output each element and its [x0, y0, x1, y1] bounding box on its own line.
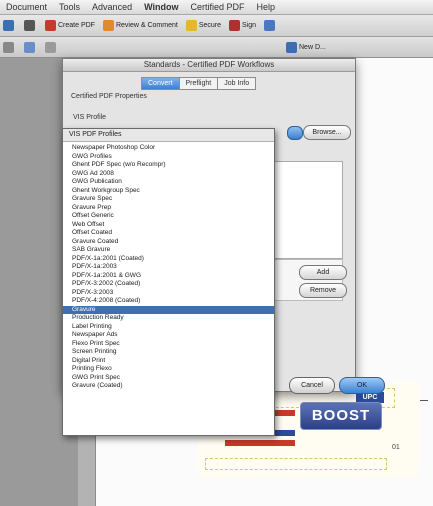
profile-dropdown-menu: VIS PDF Profiles Newspaper Photoshop Col…: [62, 128, 275, 436]
toolbar-main: Create PDF Review & Comment Secure Sign: [0, 15, 433, 37]
add-button[interactable]: Add: [299, 265, 347, 280]
dropdown-item[interactable]: Gravure (Coated): [63, 382, 274, 391]
dropdown-item[interactable]: PDF/X-3:2003: [63, 289, 274, 298]
tab-convert[interactable]: Convert: [141, 77, 180, 90]
menu-help[interactable]: Help: [251, 2, 282, 12]
comment-icon: [102, 20, 114, 31]
menu-window[interactable]: Window: [138, 2, 184, 12]
tab-preflight[interactable]: Preflight: [178, 77, 219, 90]
section-label: Certified PDF Properties: [71, 93, 147, 100]
dropdown-item[interactable]: Label Printing: [63, 323, 274, 332]
tab-job-info[interactable]: Job Info: [217, 77, 257, 90]
remove-button[interactable]: Remove: [299, 283, 347, 298]
binoculars-button[interactable]: [21, 18, 40, 34]
more-button[interactable]: [261, 18, 280, 34]
menu-advanced[interactable]: Advanced: [86, 2, 138, 12]
profile-label: VIS Profile: [73, 114, 107, 121]
create-pdf-button[interactable]: Create PDF: [42, 18, 98, 34]
sign-button[interactable]: Sign: [226, 18, 259, 34]
secure-label: Secure: [198, 22, 222, 29]
dropdown-item[interactable]: Ghent Workgroup Spec: [63, 187, 274, 196]
dropdown-item[interactable]: SAB Gravure: [63, 246, 274, 255]
dropdown-item[interactable]: Newspaper Ads: [63, 331, 274, 340]
dropdown-item[interactable]: Gravure: [63, 305, 274, 314]
print-icon: [3, 20, 14, 31]
popup-arrow-button[interactable]: [287, 126, 303, 140]
dropdown-item[interactable]: GWG Print Spec: [63, 374, 274, 383]
dialog-title: Standards - Certified PDF Workflows: [63, 59, 355, 72]
page-icon: [45, 41, 56, 53]
dropdown-item[interactable]: Gravure Spec: [63, 195, 274, 204]
profile-preview-box: [273, 161, 343, 259]
zoom-tool-button[interactable]: [21, 39, 40, 55]
sign-label: Sign: [242, 22, 257, 29]
browse-button[interactable]: Browse...: [303, 125, 351, 140]
binoculars-icon: [24, 20, 35, 31]
print-button[interactable]: [0, 18, 19, 34]
create-pdf-label: Create PDF: [58, 22, 95, 29]
dropdown-item[interactable]: Flexo Print Spec: [63, 340, 274, 349]
dropdown-item[interactable]: Gravure Coated: [63, 238, 274, 247]
form-icon: [264, 20, 276, 31]
dropdown-item[interactable]: Offset Coated: [63, 229, 274, 238]
menu-tools[interactable]: Tools: [53, 2, 86, 12]
page-nav-button[interactable]: [42, 39, 61, 55]
cursor-icon: [3, 41, 14, 53]
menu-document[interactable]: Document: [0, 2, 53, 12]
dropdown-item[interactable]: Offset Generic: [63, 212, 274, 221]
new-document-label: New D...: [299, 43, 326, 51]
lock-icon: [185, 20, 197, 31]
create-pdf-icon: [45, 20, 56, 31]
dropdown-item[interactable]: Newspaper Photoshop Color: [63, 144, 274, 153]
dialog-tabs: Convert Preflight Job Info: [141, 77, 257, 90]
review-comment-label: Review & Comment: [115, 22, 178, 29]
cancel-button[interactable]: Cancel: [289, 377, 335, 394]
zoom-icon: [24, 41, 35, 53]
side-number: 01: [392, 444, 400, 451]
toolbar-secondary: New D...: [0, 37, 433, 58]
dropdown-item[interactable]: PDF/X-1a:2001 (Coated): [63, 255, 274, 264]
red-stripe-lower: [225, 440, 295, 446]
crop-mark: [420, 400, 428, 401]
dropdown-item[interactable]: GWG Profiles: [63, 153, 274, 162]
dropdown-item[interactable]: Production Ready: [63, 314, 274, 323]
menu-certified-pdf[interactable]: Certified PDF: [185, 2, 251, 12]
dropdown-current-item[interactable]: VIS PDF Profiles: [63, 129, 274, 142]
dropdown-item[interactable]: Gravure Prep: [63, 204, 274, 213]
dropdown-item[interactable]: Printing Flexo: [63, 365, 274, 374]
ok-button[interactable]: OK: [339, 377, 385, 394]
secure-button[interactable]: Secure: [183, 18, 224, 34]
dropdown-item[interactable]: Digital Print: [63, 357, 274, 366]
new-document-button[interactable]: New D...: [283, 39, 329, 55]
menu-bar: Document Tools Advanced Window Certified…: [0, 0, 433, 15]
dropdown-item[interactable]: PDF/X-3:2002 (Coated): [63, 280, 274, 289]
dropdown-item[interactable]: PDF/X-4:2008 (Coated): [63, 297, 274, 306]
pen-icon: [229, 20, 241, 31]
boost-logo: BOOST: [300, 402, 382, 430]
dropdown-item[interactable]: PDF/X-1a:2001 & GWG: [63, 272, 274, 281]
dropdown-item[interactable]: PDF/X-1a:2003: [63, 263, 274, 272]
dropdown-item[interactable]: Screen Printing: [63, 348, 274, 357]
dropdown-item[interactable]: GWG Ad 2008: [63, 170, 274, 179]
dieline-bottom: [205, 458, 387, 470]
select-tool-button[interactable]: [0, 39, 19, 55]
dropdown-item[interactable]: GWG Publication: [63, 178, 274, 187]
dropdown-item[interactable]: Ghent PDF Spec (w/o Recompr): [63, 161, 274, 170]
dropdown-list: Newspaper Photoshop Color GWG Profiles Ghe…: [63, 142, 274, 391]
new-document-icon: [286, 41, 297, 53]
review-comment-button[interactable]: Review & Comment: [100, 18, 181, 34]
dropdown-item[interactable]: Web Offset: [63, 221, 274, 230]
